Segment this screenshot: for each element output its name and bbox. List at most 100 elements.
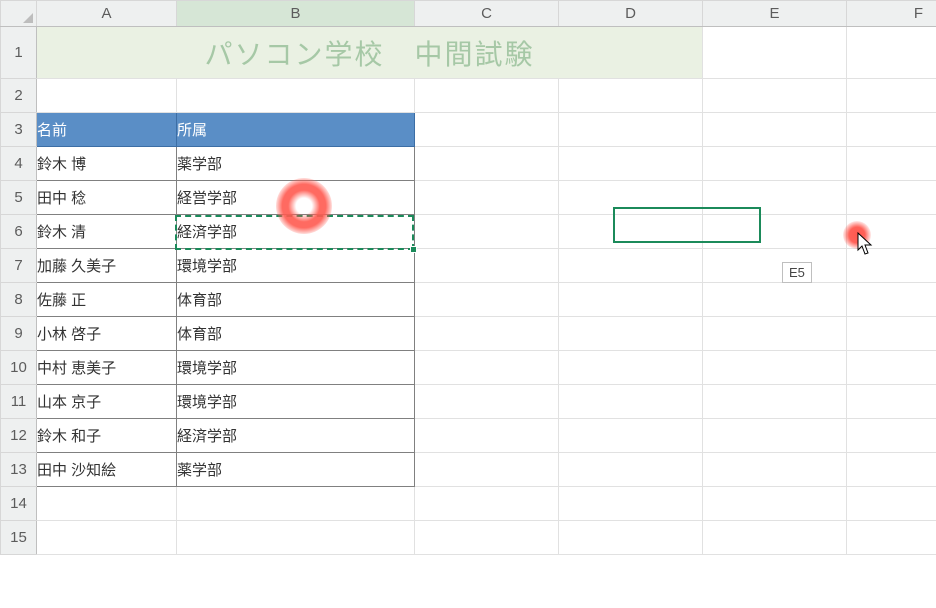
cell-A13[interactable]: 田中 沙知絵 — [37, 453, 177, 487]
cell-E12[interactable] — [703, 419, 847, 453]
col-header-F[interactable]: F — [847, 1, 936, 27]
row-header-15[interactable]: 15 — [1, 521, 37, 555]
cell-D8[interactable] — [559, 283, 703, 317]
row-header-10[interactable]: 10 — [1, 351, 37, 385]
cell-F5[interactable] — [847, 181, 936, 215]
cell-C7[interactable] — [415, 249, 559, 283]
cell-B13[interactable]: 薬学部 — [177, 453, 415, 487]
cell-F13[interactable] — [847, 453, 936, 487]
cell-E13[interactable] — [703, 453, 847, 487]
row-header-13[interactable]: 13 — [1, 453, 37, 487]
cell-C6[interactable] — [415, 215, 559, 249]
row-header-9[interactable]: 9 — [1, 317, 37, 351]
cell-A15[interactable] — [37, 521, 177, 555]
cell-F11[interactable] — [847, 385, 936, 419]
cell-D11[interactable] — [559, 385, 703, 419]
row-header-4[interactable]: 4 — [1, 147, 37, 181]
cell-D3[interactable] — [559, 113, 703, 147]
cell-C11[interactable] — [415, 385, 559, 419]
cell-C15[interactable] — [415, 521, 559, 555]
cell-D5[interactable] — [559, 181, 703, 215]
cell-D7[interactable] — [559, 249, 703, 283]
col-header-C[interactable]: C — [415, 1, 559, 27]
cell-F6[interactable] — [847, 215, 936, 249]
cell-D4[interactable] — [559, 147, 703, 181]
cell-A5[interactable]: 田中 稔 — [37, 181, 177, 215]
row-header-7[interactable]: 7 — [1, 249, 37, 283]
cell-B2[interactable] — [177, 79, 415, 113]
row-header-3[interactable]: 3 — [1, 113, 37, 147]
cell-C12[interactable] — [415, 419, 559, 453]
cell-A10[interactable]: 中村 恵美子 — [37, 351, 177, 385]
header-dept[interactable]: 所属 — [177, 113, 415, 147]
title-cell[interactable]: パソコン学校 中間試験 — [37, 27, 703, 79]
cell-D13[interactable] — [559, 453, 703, 487]
cell-B6[interactable]: 経済学部 — [177, 215, 415, 249]
cell-A12[interactable]: 鈴木 和子 — [37, 419, 177, 453]
cell-C13[interactable] — [415, 453, 559, 487]
cell-A2[interactable] — [37, 79, 177, 113]
cell-B15[interactable] — [177, 521, 415, 555]
header-name[interactable]: 名前 — [37, 113, 177, 147]
cell-C5[interactable] — [415, 181, 559, 215]
cell-C2[interactable] — [415, 79, 559, 113]
cell-A14[interactable] — [37, 487, 177, 521]
cell-F9[interactable] — [847, 317, 936, 351]
cell-C3[interactable] — [415, 113, 559, 147]
cell-E6[interactable] — [703, 215, 847, 249]
cell-F3[interactable] — [847, 113, 936, 147]
cell-C10[interactable] — [415, 351, 559, 385]
select-all-corner[interactable] — [1, 1, 37, 27]
cell-B12[interactable]: 経済学部 — [177, 419, 415, 453]
cell-E2[interactable] — [703, 79, 847, 113]
cell-E8[interactable] — [703, 283, 847, 317]
cell-B4[interactable]: 薬学部 — [177, 147, 415, 181]
cell-D2[interactable] — [559, 79, 703, 113]
cell-E11[interactable] — [703, 385, 847, 419]
cell-D15[interactable] — [559, 521, 703, 555]
row-header-14[interactable]: 14 — [1, 487, 37, 521]
cell-C4[interactable] — [415, 147, 559, 181]
cell-B10[interactable]: 環境学部 — [177, 351, 415, 385]
cell-B11[interactable]: 環境学部 — [177, 385, 415, 419]
cell-F12[interactable] — [847, 419, 936, 453]
cell-B8[interactable]: 体育部 — [177, 283, 415, 317]
cell-A4[interactable]: 鈴木 博 — [37, 147, 177, 181]
cell-F8[interactable] — [847, 283, 936, 317]
cell-E4[interactable] — [703, 147, 847, 181]
spreadsheet-viewport[interactable]: A B C D E F 1 パソコン学校 中間試験 2 3 名前 — [0, 0, 936, 608]
cell-F7[interactable] — [847, 249, 936, 283]
cell-F4[interactable] — [847, 147, 936, 181]
cell-A9[interactable]: 小林 啓子 — [37, 317, 177, 351]
cell-E10[interactable] — [703, 351, 847, 385]
row-header-5[interactable]: 5 — [1, 181, 37, 215]
row-header-12[interactable]: 12 — [1, 419, 37, 453]
cell-D9[interactable] — [559, 317, 703, 351]
cell-D12[interactable] — [559, 419, 703, 453]
cell-A6[interactable]: 鈴木 清 — [37, 215, 177, 249]
cell-B7[interactable]: 環境学部 — [177, 249, 415, 283]
cell-E14[interactable] — [703, 487, 847, 521]
cell-F15[interactable] — [847, 521, 936, 555]
cell-B5[interactable]: 経営学部 — [177, 181, 415, 215]
cell-E7[interactable] — [703, 249, 847, 283]
col-header-D[interactable]: D — [559, 1, 703, 27]
cell-E1[interactable] — [703, 27, 847, 79]
cell-E9[interactable] — [703, 317, 847, 351]
row-header-2[interactable]: 2 — [1, 79, 37, 113]
row-header-8[interactable]: 8 — [1, 283, 37, 317]
cell-A8[interactable]: 佐藤 正 — [37, 283, 177, 317]
col-header-A[interactable]: A — [37, 1, 177, 27]
cell-D6[interactable] — [559, 215, 703, 249]
cell-E15[interactable] — [703, 521, 847, 555]
row-header-1[interactable]: 1 — [1, 27, 37, 79]
cell-F1[interactable] — [847, 27, 936, 79]
cell-F10[interactable] — [847, 351, 936, 385]
cell-B14[interactable] — [177, 487, 415, 521]
cell-A11[interactable]: 山本 京子 — [37, 385, 177, 419]
col-header-B[interactable]: B — [177, 1, 415, 27]
cell-F14[interactable] — [847, 487, 936, 521]
cell-C8[interactable] — [415, 283, 559, 317]
fill-handle[interactable] — [410, 246, 417, 253]
cell-F2[interactable] — [847, 79, 936, 113]
